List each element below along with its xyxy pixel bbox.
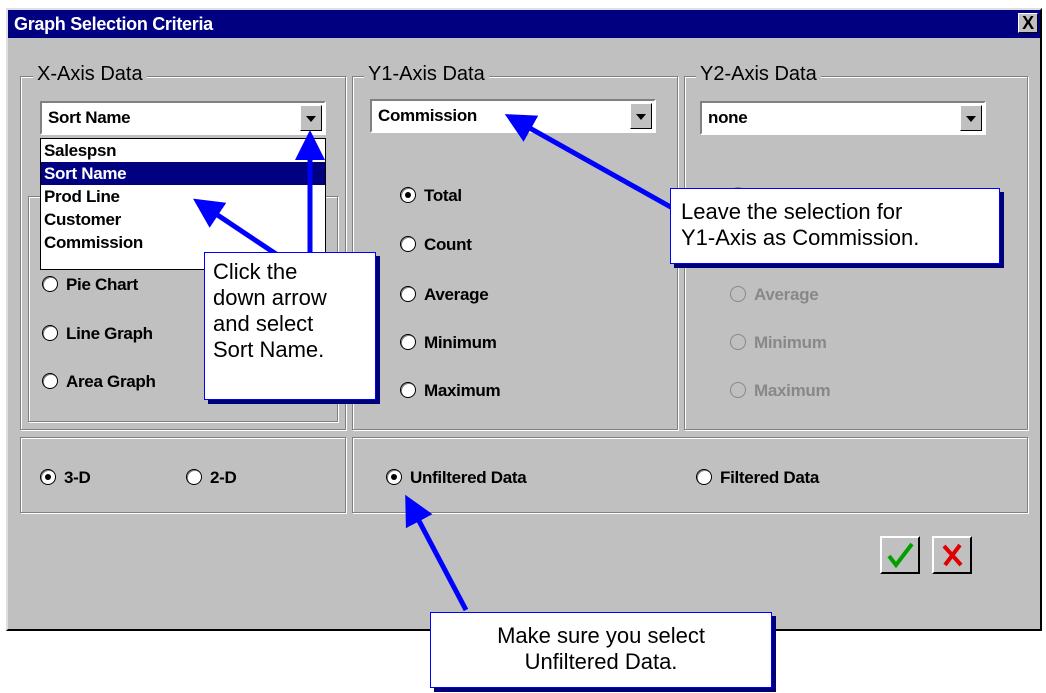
radio-y2-average: Average — [730, 285, 819, 305]
radio-dot — [400, 187, 416, 203]
radio-count[interactable]: Count — [400, 235, 472, 255]
callout-filter: Make sure you select Unfiltered Data. — [430, 612, 772, 688]
radio-label: Pie Chart — [66, 275, 138, 294]
radio-dot — [400, 382, 416, 398]
callout-line: Y1-Axis as Commission. — [681, 225, 920, 250]
radio-dot — [400, 286, 416, 302]
radio-dot — [730, 286, 746, 302]
radio-label: Maximum — [754, 381, 831, 400]
radio-label: Unfiltered Data — [410, 468, 527, 487]
list-item-selected[interactable]: Sort Name — [41, 162, 325, 185]
radio-label: Average — [754, 285, 819, 304]
radio-maximum[interactable]: Maximum — [400, 381, 501, 401]
radio-y2-maximum: Maximum — [730, 381, 831, 401]
list-item[interactable]: Customer — [41, 208, 325, 231]
dialog-title: Graph Selection Criteria — [14, 14, 213, 34]
radio-filtered-data[interactable]: Filtered Data — [696, 468, 819, 488]
radio-label: Area Graph — [66, 372, 156, 391]
y2-axis-selected-value: none — [708, 108, 748, 127]
callout-line: Click the — [213, 259, 298, 284]
x-axis-dropdown-arrow[interactable] — [300, 105, 322, 131]
radio-dot — [400, 236, 416, 252]
list-item[interactable]: Commission — [41, 231, 325, 254]
callout-dropdown: Click the down arrow and select Sort Nam… — [204, 252, 376, 400]
cancel-button[interactable] — [932, 536, 972, 574]
radio-average[interactable]: Average — [400, 285, 489, 305]
radio-label: Count — [424, 235, 472, 254]
y1-axis-label: Y1-Axis Data — [364, 63, 489, 85]
ok-button[interactable] — [880, 536, 920, 574]
radio-label: Total — [424, 186, 462, 205]
radio-3d[interactable]: 3-D — [40, 468, 91, 488]
radio-label: 2-D — [210, 468, 237, 487]
y1-axis-selected-value: Commission — [378, 106, 478, 125]
y2-axis-dropdown[interactable]: none — [700, 101, 986, 135]
callout-y1: Leave the selection for Y1-Axis as Commi… — [670, 188, 1000, 264]
x-axis-label: X-Axis Data — [33, 63, 147, 85]
list-item[interactable]: Prod Line — [41, 185, 325, 208]
radio-label: Minimum — [424, 333, 497, 352]
radio-total[interactable]: Total — [400, 186, 462, 206]
radio-dot — [696, 469, 712, 485]
radio-label: Average — [424, 285, 489, 304]
radio-dot — [730, 382, 746, 398]
radio-dot — [40, 469, 56, 485]
radio-label: Minimum — [754, 333, 827, 352]
radio-line-graph[interactable]: Line Graph — [42, 324, 153, 344]
radio-area-graph[interactable]: Area Graph — [42, 372, 156, 392]
callout-line: Sort Name. — [213, 337, 325, 362]
x-axis-dropdown-list: Salespsn Sort Name Prod Line Customer Co… — [40, 138, 326, 270]
x-axis-dropdown[interactable]: Sort Name — [40, 101, 326, 135]
callout-line: Unfiltered Data. — [524, 649, 678, 674]
radio-y2-minimum: Minimum — [730, 333, 827, 353]
radio-dot — [42, 325, 58, 341]
callout-line: and select — [213, 311, 314, 336]
radio-2d[interactable]: 2-D — [186, 468, 237, 488]
title-bar: Graph Selection Criteria X — [8, 10, 1040, 38]
checkmark-icon — [887, 542, 914, 569]
callout-line: down arrow — [213, 285, 327, 310]
radio-dot — [186, 469, 202, 485]
radio-label: Filtered Data — [720, 468, 820, 487]
y2-axis-dropdown-arrow[interactable] — [960, 105, 982, 131]
radio-dot — [386, 469, 402, 485]
radio-dot — [42, 276, 58, 292]
radio-dot — [730, 334, 746, 350]
callout-line: Make sure you select — [497, 623, 705, 648]
radio-pie-chart[interactable]: Pie Chart — [42, 275, 138, 295]
x-icon — [942, 543, 963, 567]
radio-dot — [400, 334, 416, 350]
radio-unfiltered-data[interactable]: Unfiltered Data — [386, 468, 527, 488]
list-item[interactable]: Salespsn — [41, 139, 325, 162]
y1-axis-dropdown[interactable]: Commission — [370, 99, 656, 133]
y1-axis-dropdown-arrow[interactable] — [630, 103, 652, 129]
close-button[interactable]: X — [1018, 13, 1038, 33]
radio-label: 3-D — [64, 468, 91, 487]
radio-dot — [42, 373, 58, 389]
x-axis-selected-value: Sort Name — [48, 108, 131, 127]
radio-minimum[interactable]: Minimum — [400, 333, 497, 353]
radio-label: Maximum — [424, 381, 501, 400]
callout-line: Leave the selection for — [681, 199, 903, 224]
y2-axis-label: Y2-Axis Data — [696, 63, 821, 85]
radio-label: Line Graph — [66, 324, 153, 343]
